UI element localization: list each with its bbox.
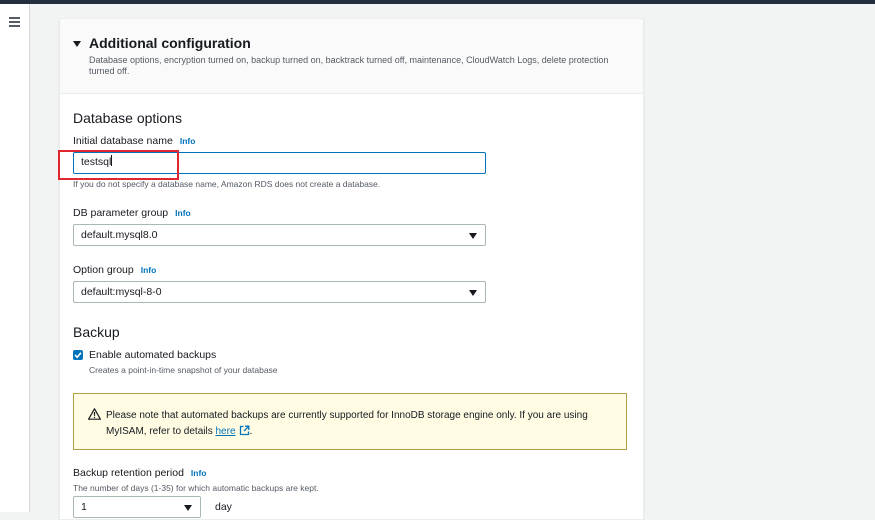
initial-database-name-hint: If you do not specify a database name, A…: [73, 179, 381, 189]
db-parameter-group-value: default.mysql8.0: [81, 229, 158, 241]
backup-retention-period-value: 1: [81, 501, 87, 513]
option-group-select[interactable]: default:mysql-8-0: [73, 281, 486, 303]
hamburger-menu-icon[interactable]: [9, 17, 20, 29]
info-link[interactable]: Info: [141, 265, 157, 275]
alert-text-after: .: [249, 426, 253, 437]
caret-down-icon: [469, 290, 477, 296]
info-link[interactable]: Info: [175, 208, 191, 218]
enable-automated-backups-label[interactable]: Enable automated backups: [89, 349, 216, 361]
db-parameter-group-label-text: DB parameter group: [73, 207, 169, 219]
enable-automated-backups-hint: Creates a point-in-time snapshot of your…: [89, 365, 278, 375]
info-link[interactable]: Info: [191, 468, 207, 478]
side-navigation-rail: [0, 4, 30, 512]
external-link-icon[interactable]: [239, 425, 250, 436]
top-navigation-bar: [0, 0, 875, 4]
option-group-label: Option group Info: [73, 264, 156, 276]
section-title: Additional configuration: [89, 35, 251, 51]
backup-heading: Backup: [73, 324, 120, 340]
backup-warning-alert: Please note that automated backups are c…: [73, 393, 627, 450]
info-link[interactable]: Info: [180, 136, 196, 146]
additional-configuration-header[interactable]: Additional configuration Database option…: [60, 19, 643, 94]
backup-retention-period-hint: The number of days (1-35) for which auto…: [73, 483, 319, 493]
backup-warning-text: Please note that automated backups are c…: [106, 408, 616, 440]
details-link[interactable]: here: [215, 426, 235, 437]
highlight-box: [58, 150, 179, 180]
section-description: Database options, encryption turned on, …: [89, 55, 609, 76]
initial-database-name-label: Initial database name Info: [73, 135, 195, 147]
warning-icon: [88, 408, 101, 420]
option-group-label-text: Option group: [73, 264, 134, 276]
checkmark-icon: [74, 352, 82, 359]
db-parameter-group-select[interactable]: default.mysql8.0: [73, 224, 486, 246]
backup-retention-period-label-text: Backup retention period: [73, 467, 184, 479]
option-group-value: default:mysql-8-0: [81, 286, 162, 298]
caret-down-icon[interactable]: [73, 41, 81, 47]
caret-down-icon: [184, 505, 192, 511]
backup-retention-period-label: Backup retention period Info: [73, 467, 206, 479]
retention-unit-label: day: [215, 501, 232, 513]
alert-text-before: Please note that automated backups are c…: [106, 410, 588, 437]
initial-database-name-label-text: Initial database name: [73, 135, 173, 147]
db-parameter-group-label: DB parameter group Info: [73, 207, 191, 219]
backup-retention-period-select[interactable]: 1: [73, 496, 201, 518]
caret-down-icon: [469, 233, 477, 239]
database-options-heading: Database options: [73, 110, 182, 126]
enable-automated-backups-checkbox[interactable]: [73, 350, 83, 360]
